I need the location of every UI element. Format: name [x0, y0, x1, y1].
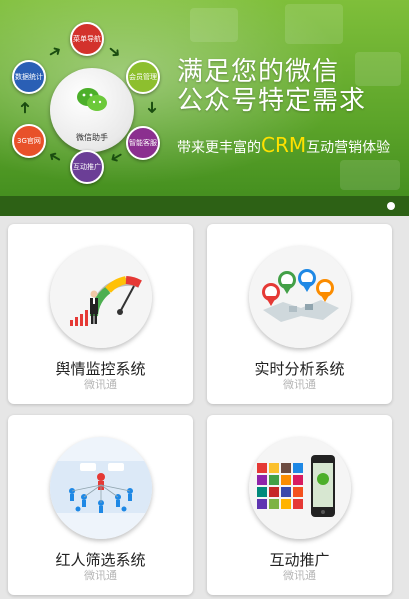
- slide-indicator-dot[interactable]: [387, 202, 395, 210]
- wechat-hub: 微信助手: [50, 68, 134, 152]
- headline-line2: 公众号特定需求: [177, 86, 367, 116]
- node-data-statistics: 数据统计: [12, 60, 46, 94]
- subtitle-prefix: 带来更丰富的: [177, 140, 261, 156]
- node-interactive-promotion: 互动推广: [70, 150, 104, 184]
- banner-pager-bar: [0, 196, 409, 216]
- subtitle-crm: CRM: [261, 133, 307, 157]
- subtitle-suffix: 互动营销体验: [306, 140, 391, 156]
- card-sentiment-monitoring[interactable]: 舆情监控系统 微讯通: [8, 224, 193, 404]
- monitoring-gauge-icon: [50, 246, 152, 348]
- decor-square: [190, 8, 238, 42]
- node-3g-website: 3G官网: [12, 124, 46, 158]
- hero-headline: 满足您的微信 公众号特定需求: [177, 58, 366, 116]
- arrow-icon: ➜: [103, 39, 126, 64]
- analytics-map-icon: [249, 246, 351, 348]
- phone-apps-icon: [249, 437, 351, 539]
- arrow-icon: ➜: [143, 100, 163, 115]
- arrow-icon: ➜: [44, 39, 66, 64]
- arrow-icon: ➜: [15, 100, 35, 115]
- node-smart-service: 智能客服: [126, 126, 160, 160]
- arrow-icon: ➜: [44, 145, 66, 170]
- wechat-assistant-wheel: 微信助手 菜单导航 会员管理 智能客服 互动推广 3G官网 数据统计 ➜ ➜ ➜…: [8, 20, 168, 190]
- card-subtitle: 微讯通: [283, 378, 316, 391]
- node-menu-navigation: 菜单导航: [70, 22, 104, 56]
- decor-square: [340, 160, 400, 190]
- hub-label: 微信助手: [76, 133, 108, 142]
- people-network-icon: [50, 437, 152, 539]
- card-interactive-promotion[interactable]: 互动推广 微讯通: [207, 415, 392, 595]
- wechat-icon: [77, 88, 107, 111]
- node-member-management: 会员管理: [126, 60, 160, 94]
- card-subtitle: 微讯通: [84, 378, 117, 391]
- hero-subtitle: 带来更丰富的CRM互动营销体验: [177, 133, 390, 157]
- arrow-icon: ➜: [106, 145, 128, 170]
- decor-square: [285, 4, 343, 44]
- card-realtime-analysis[interactable]: 实时分析系统 微讯通: [207, 224, 392, 404]
- hero-banner[interactable]: 微信助手 菜单导航 会员管理 智能客服 互动推广 3G官网 数据统计 ➜ ➜ ➜…: [0, 0, 409, 216]
- card-influencer-screening[interactable]: 红人筛选系统 微讯通: [8, 415, 193, 595]
- card-subtitle: 微讯通: [283, 569, 316, 582]
- headline-line1: 满足您的微信: [177, 57, 340, 87]
- card-subtitle: 微讯通: [84, 569, 117, 582]
